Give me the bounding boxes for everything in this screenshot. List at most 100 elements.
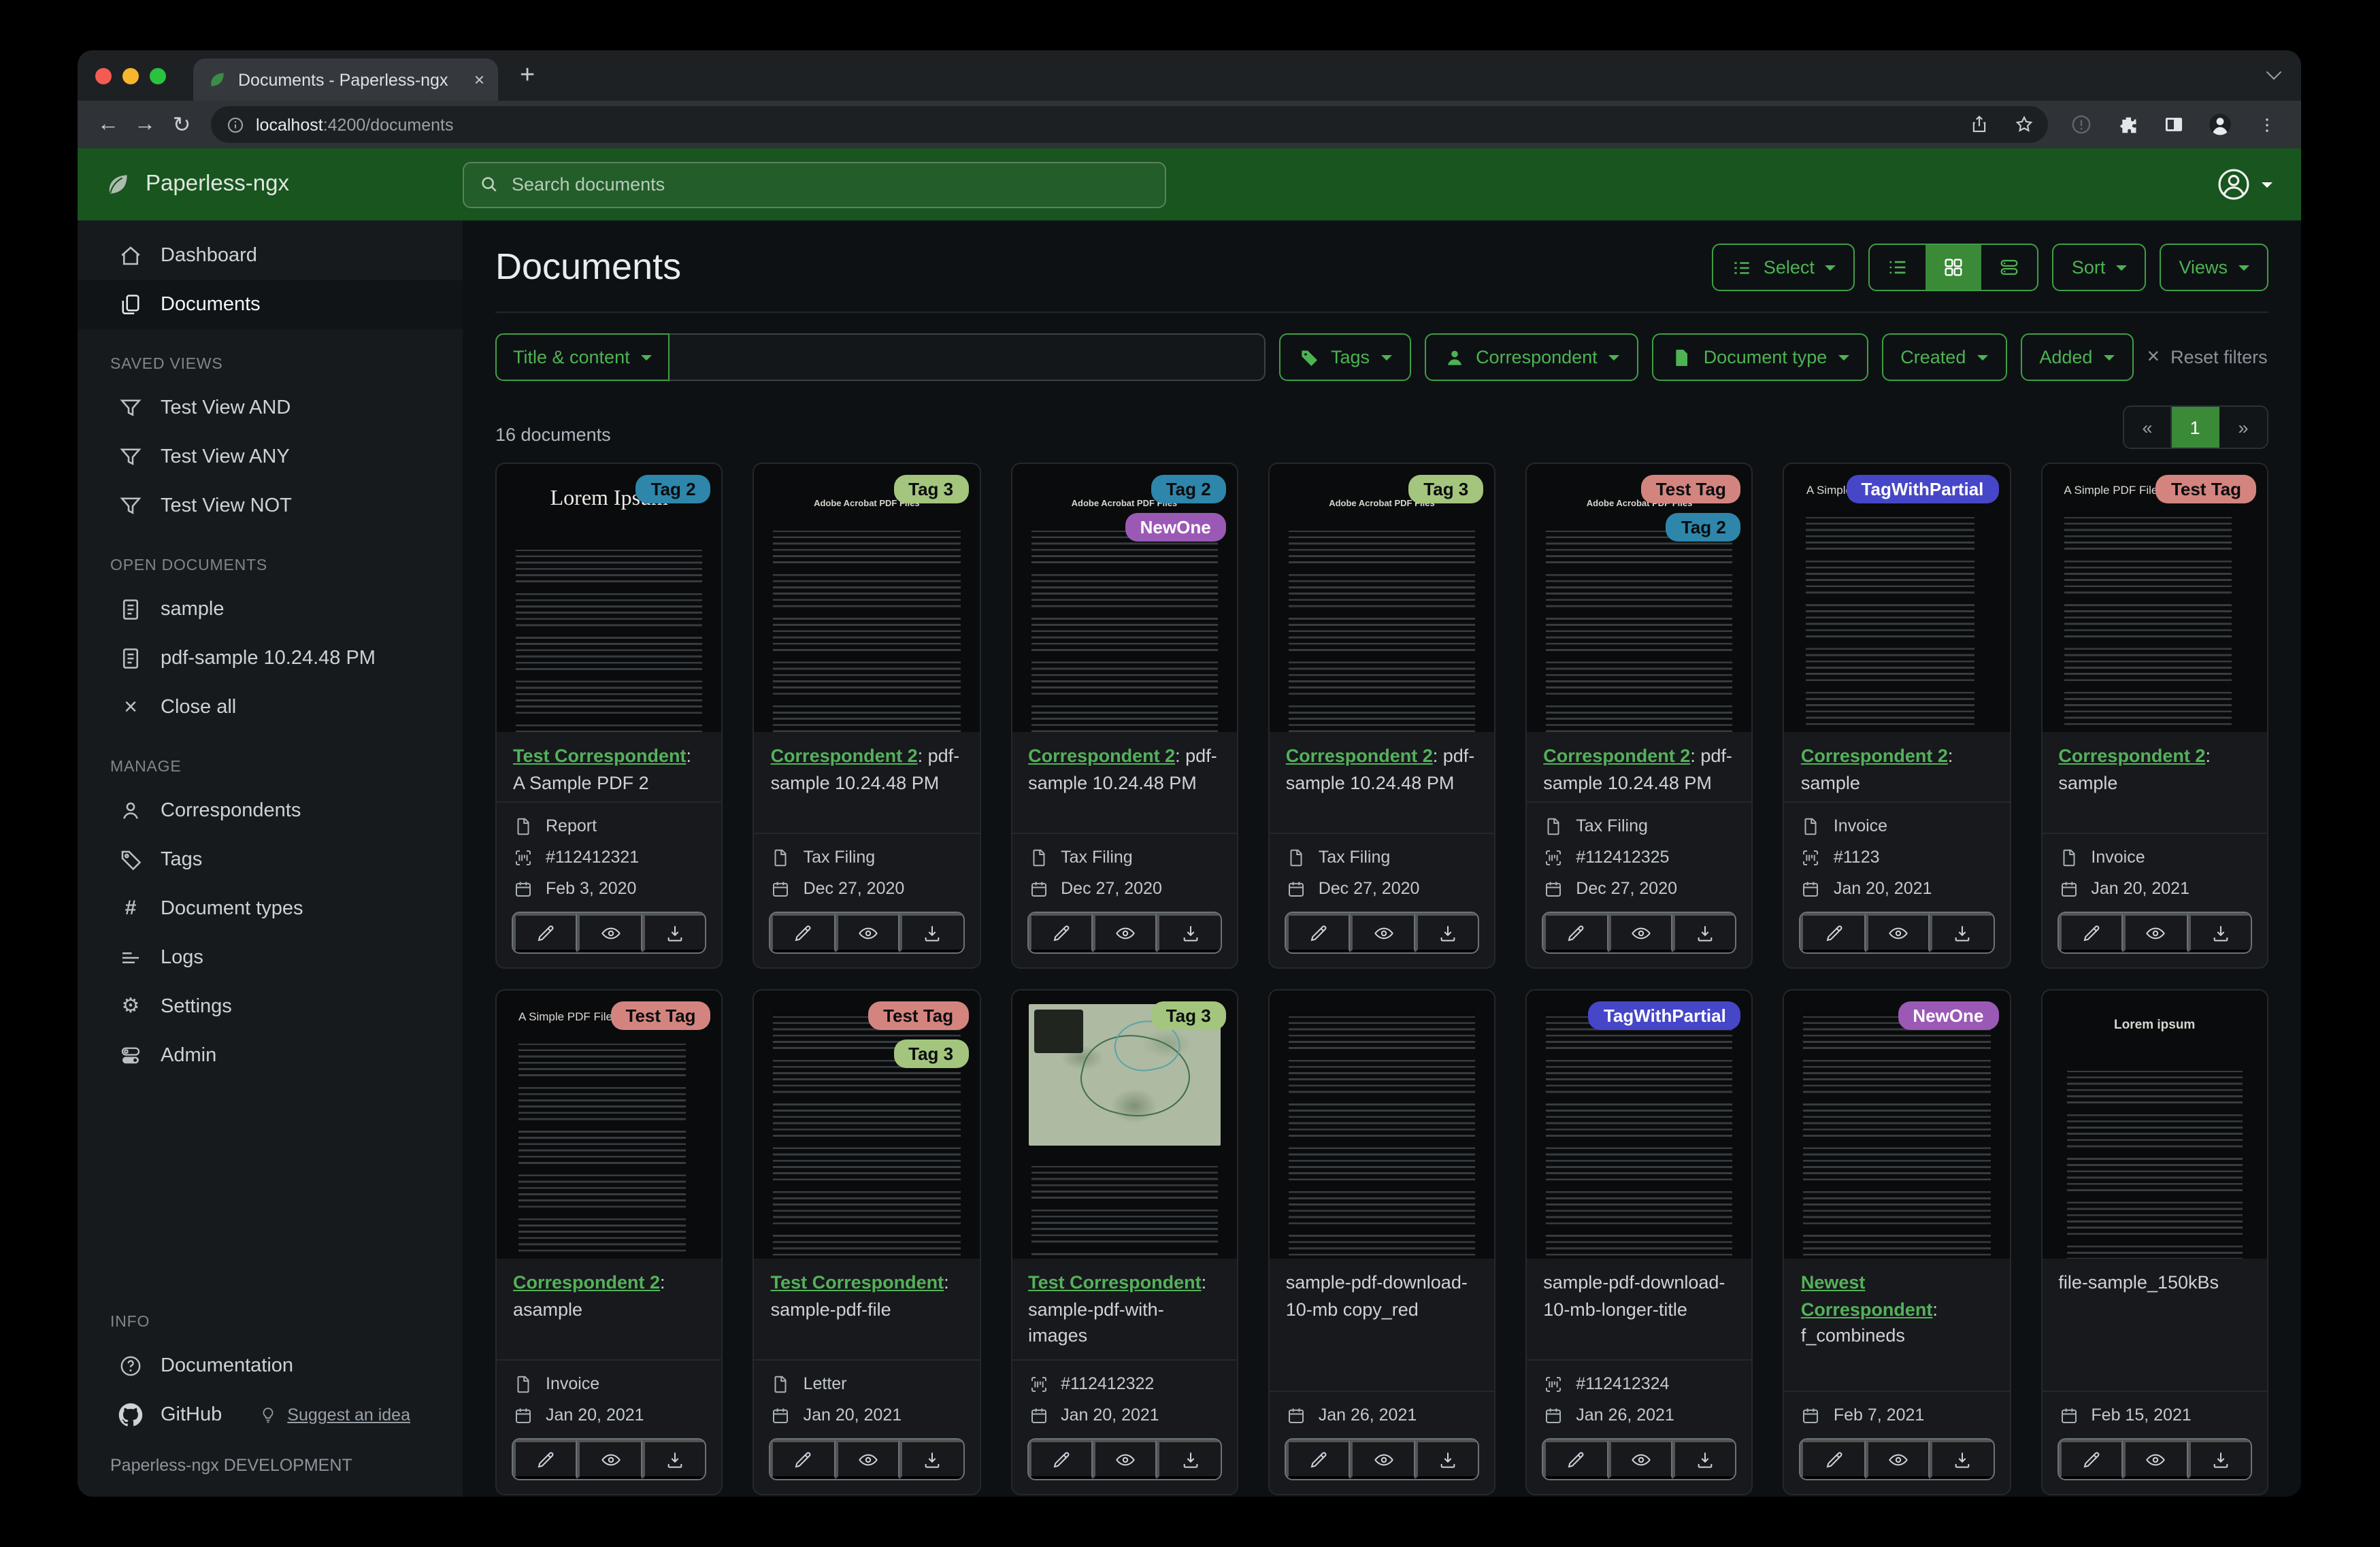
download-button[interactable] [1157, 1440, 1221, 1479]
site-info-icon[interactable] [226, 115, 245, 134]
edit-button[interactable] [2058, 1440, 2123, 1479]
suggest-idea-link[interactable]: Suggest an idea [259, 1405, 410, 1425]
correspondent-link[interactable]: Correspondent 2 [2058, 746, 2205, 766]
correspondent-link[interactable]: Test Correspondent [513, 746, 687, 766]
sidebar-item-tags[interactable]: Tags [78, 835, 463, 884]
brand[interactable]: Paperless-ngx [103, 170, 463, 199]
tag-badge[interactable]: TagWithPartial [1588, 1001, 1741, 1030]
sidebar-item-logs[interactable]: Logs [78, 933, 463, 982]
forward-icon[interactable]: → [127, 106, 163, 143]
pagination-next[interactable]: » [2219, 407, 2267, 448]
view-button[interactable] [1092, 1440, 1157, 1479]
detail-view-toggle[interactable] [1982, 245, 2038, 290]
edit-button[interactable] [1285, 1440, 1351, 1479]
document-thumbnail[interactable]: TagWithPartial [1527, 991, 1752, 1259]
tag-badge[interactable]: Tag 2 [1666, 513, 1741, 542]
edit-button[interactable] [513, 1440, 578, 1479]
filter-added-button[interactable]: Added [2020, 333, 2134, 381]
filter-created-button[interactable]: Created [1881, 333, 2007, 381]
password-manager-icon[interactable] [2064, 107, 2098, 142]
correspondent-link[interactable]: Test Correspondent [1028, 1272, 1202, 1293]
view-button[interactable] [1092, 913, 1157, 952]
list-view-toggle[interactable] [1870, 245, 1926, 290]
document-thumbnail[interactable]: Lorem ipsum [2042, 991, 2267, 1259]
document-thumbnail[interactable]: Adobe Acrobat PDF Files Tag 3 [1269, 464, 1495, 732]
view-button[interactable] [577, 1440, 642, 1479]
view-button[interactable] [2123, 1440, 2188, 1479]
tag-badge[interactable]: Test Tag [868, 1001, 969, 1030]
sidebar-item-documentation[interactable]: Documentation [78, 1342, 463, 1391]
correspondent-link[interactable]: Correspondent 2 [1543, 746, 1690, 766]
view-button[interactable] [1350, 913, 1415, 952]
tag-badge[interactable]: Tag 3 [1151, 1001, 1226, 1030]
correspondent-link[interactable]: Correspondent 2 [1801, 746, 1948, 766]
extensions-puzzle-icon[interactable] [2111, 107, 2145, 142]
sidebar-item-test-view-not[interactable]: Test View NOT [78, 482, 463, 531]
view-button[interactable] [2123, 913, 2188, 952]
document-thumbnail[interactable]: A Simple PDF FileTagWithPartial [1784, 464, 2010, 732]
share-icon[interactable] [1962, 107, 1996, 142]
browser-tab[interactable]: Documents - Paperless-ngx × [193, 59, 498, 101]
sidebar-item-open-doc-sample[interactable]: sample [78, 585, 463, 634]
sidebar-item-settings[interactable]: ⚙ Settings [78, 982, 463, 1031]
document-thumbnail[interactable]: Lorem Ipsum Tag 2 [497, 464, 722, 732]
edit-button[interactable] [1285, 913, 1351, 952]
download-button[interactable] [899, 1440, 963, 1479]
correspondent-link[interactable]: Newest Correspondent [1801, 1272, 1933, 1319]
tag-badge[interactable]: Tag 3 [893, 1039, 969, 1068]
edit-button[interactable] [770, 1440, 836, 1479]
sidebar-item-documents[interactable]: Documents [78, 280, 463, 329]
bookmark-star-icon[interactable] [2007, 107, 2041, 142]
view-button[interactable] [1865, 1440, 1930, 1479]
edit-button[interactable] [513, 913, 578, 952]
minimize-window-button[interactable] [122, 67, 139, 84]
correspondent-link[interactable]: Correspondent 2 [1028, 746, 1175, 766]
download-button[interactable] [899, 913, 963, 952]
download-button[interactable] [642, 1440, 706, 1479]
tag-badge[interactable]: Test Tag [610, 1001, 711, 1030]
sidebar-item-close-all[interactable]: × Close all [78, 683, 463, 732]
view-button[interactable] [1608, 1440, 1672, 1479]
document-thumbnail[interactable]: Adobe Acrobat PDF Files Tag 2 NewOne [1012, 464, 1237, 732]
back-icon[interactable]: ← [90, 106, 127, 143]
user-menu[interactable] [2215, 166, 2301, 203]
document-thumbnail[interactable]: NewOne [1784, 991, 2010, 1259]
address-bar[interactable]: localhost:4200/documents [211, 106, 2048, 143]
document-thumbnail[interactable]: Adobe Acrobat PDF Files Tag 3 [754, 464, 980, 732]
tab-close-icon[interactable]: × [474, 71, 484, 88]
correspondent-link[interactable]: Correspondent 2 [771, 746, 918, 766]
edit-button[interactable] [1543, 1440, 1608, 1479]
browser-menu-kebab-icon[interactable] [2249, 107, 2283, 142]
tag-badge[interactable]: Test Tag [1640, 475, 1741, 503]
tab-search-chevron-icon[interactable] [2266, 64, 2282, 80]
edit-button[interactable] [1800, 1440, 1866, 1479]
close-window-button[interactable] [95, 67, 112, 84]
view-button[interactable] [577, 913, 642, 952]
sort-button[interactable]: Sort [2052, 244, 2147, 291]
tag-badge[interactable]: Tag 3 [893, 475, 969, 503]
select-button[interactable]: Select [1711, 244, 1855, 291]
sidebar-item-dashboard[interactable]: Dashboard [78, 231, 463, 280]
views-button[interactable]: Views [2160, 244, 2268, 291]
tag-badge[interactable]: Tag 2 [635, 475, 711, 503]
download-button[interactable] [2187, 1440, 2251, 1479]
view-button[interactable] [835, 1440, 900, 1479]
document-thumbnail[interactable]: Test Tag Tag 3 [754, 991, 980, 1259]
edit-button[interactable] [2058, 913, 2123, 952]
filter-tags-button[interactable]: Tags [1279, 333, 1411, 381]
sidebar-item-github[interactable]: GitHub Suggest an idea [78, 1391, 463, 1440]
view-button[interactable] [1865, 913, 1930, 952]
sidebar-item-document-types[interactable]: # Document types [78, 884, 463, 933]
global-search[interactable] [463, 161, 1166, 207]
document-thumbnail[interactable] [1269, 991, 1495, 1259]
download-button[interactable] [1157, 913, 1221, 952]
download-button[interactable] [642, 913, 706, 952]
edit-button[interactable] [1028, 1440, 1093, 1479]
tag-badge[interactable]: Tag 3 [1408, 475, 1484, 503]
download-button[interactable] [2187, 913, 2251, 952]
document-thumbnail[interactable]: Adobe Acrobat PDF Files Test Tag Tag 2 [1527, 464, 1752, 732]
edit-button[interactable] [1800, 913, 1866, 952]
reset-filters-button[interactable]: × Reset filters [2147, 346, 2267, 368]
download-button[interactable] [1415, 1440, 1478, 1479]
tag-badge[interactable]: Test Tag [2155, 475, 2256, 503]
